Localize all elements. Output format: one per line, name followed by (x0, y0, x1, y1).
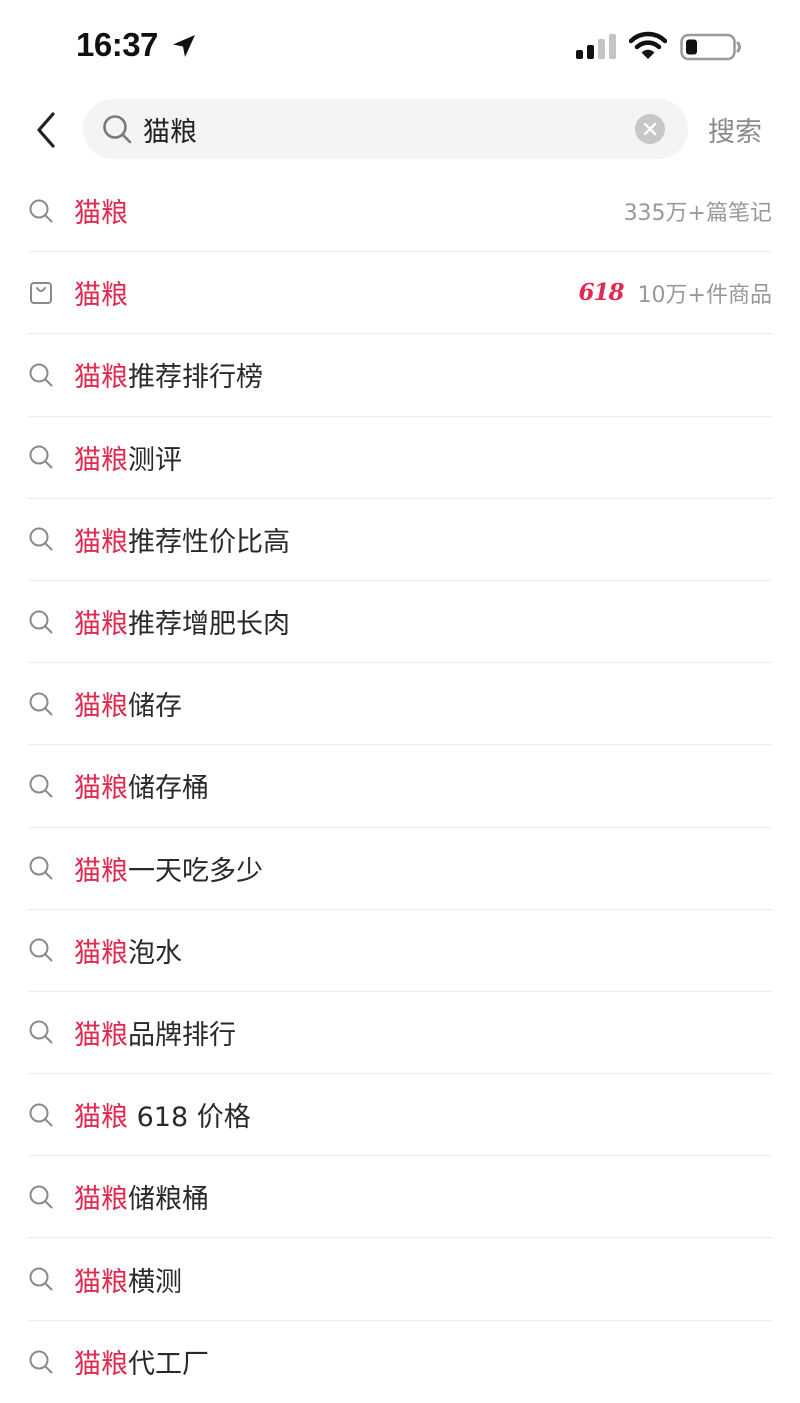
search-icon (28, 444, 54, 470)
search-header: 搜索 (0, 92, 800, 168)
back-button[interactable] (24, 106, 68, 154)
search-icon (28, 198, 54, 224)
suggestion-highlight: 猫粮 (74, 855, 128, 887)
result-count: 335万+篇笔记 (623, 200, 772, 226)
suggestion-highlight: 猫粮 (74, 526, 128, 558)
search-box[interactable] (83, 99, 688, 159)
result-count: 10万+件商品 (637, 282, 772, 308)
search-icon (28, 691, 54, 717)
suggestion-item[interactable]: 猫粮品牌排行 (28, 992, 772, 1075)
search-icon (28, 1349, 54, 1375)
suggestion-text: 猫粮 (74, 273, 128, 312)
search-icon (28, 855, 54, 881)
search-input[interactable] (143, 105, 613, 153)
search-icon (28, 773, 54, 799)
suggestion-text: 猫粮代工厂 (74, 1342, 209, 1381)
suggestion-highlight: 猫粮 (74, 691, 128, 723)
suggestion-highlight: 猫粮 (74, 444, 128, 476)
suggestion-rest: 横测 (128, 1266, 182, 1298)
status-time: 16:37 (76, 26, 158, 63)
suggestion-rest: 测评 (128, 444, 182, 476)
search-icon (28, 609, 54, 635)
suggestion-item[interactable]: 猫粮储存 (28, 663, 772, 746)
suggestion-highlight: 猫粮 (74, 280, 128, 312)
suggestion-item[interactable]: 猫粮 618 价格 (28, 1074, 772, 1157)
suggestion-highlight: 猫粮 (74, 1266, 128, 1298)
search-icon (28, 1266, 54, 1292)
suggestion-meta: 335万+篇笔记 (624, 195, 772, 227)
search-icon (28, 1019, 54, 1045)
suggestion-text: 猫粮储存桶 (74, 766, 209, 805)
suggestion-highlight: 猫粮 (74, 609, 128, 641)
promo-badge: 618 (578, 279, 625, 307)
suggestion-rest: 储粮桶 (128, 1184, 209, 1216)
suggestion-rest: 一天吃多少 (128, 855, 263, 887)
search-icon (28, 937, 54, 963)
suggestion-rest: 推荐排行榜 (128, 362, 263, 394)
suggestion-highlight: 猫粮 (74, 1184, 128, 1216)
suggestion-rest: 推荐性价比高 (128, 526, 290, 558)
suggestion-rest: 泡水 (128, 937, 182, 969)
suggestion-text: 猫粮推荐性价比高 (74, 520, 290, 559)
suggestion-text: 猫粮储粮桶 (74, 1177, 209, 1216)
suggestion-text: 猫粮 618 价格 (74, 1095, 251, 1134)
suggestion-text: 猫粮泡水 (74, 931, 182, 970)
suggestion-item[interactable]: 猫粮 618 10万+件商品 (28, 252, 772, 335)
suggestion-highlight: 猫粮 (74, 362, 128, 394)
suggestion-text: 猫粮一天吃多少 (74, 849, 263, 888)
search-icon (101, 113, 133, 145)
shopping-bag-icon (28, 280, 54, 306)
search-icon (28, 1102, 54, 1128)
suggestion-item[interactable]: 猫粮推荐性价比高 (28, 499, 772, 581)
suggestion-item[interactable]: 猫粮储粮桶 (28, 1156, 772, 1239)
chevron-left-icon (37, 112, 55, 148)
suggestion-item[interactable]: 猫粮推荐增肥长肉 (28, 581, 772, 664)
suggestion-item[interactable]: 猫粮储存桶 (28, 745, 772, 828)
cellular-signal-icon (576, 34, 616, 59)
suggestion-highlight: 猫粮 (74, 937, 128, 969)
suggestion-text: 猫粮品牌排行 (74, 1013, 236, 1052)
suggestion-item[interactable]: 猫粮测评 (28, 417, 772, 499)
status-bar: 16:37 (0, 0, 800, 92)
suggestion-item[interactable]: 猫粮横测 (28, 1238, 772, 1321)
search-button[interactable]: 搜索 (708, 110, 762, 149)
suggestion-text: 猫粮储存 (74, 684, 182, 723)
suggestion-rest: 推荐增肥长肉 (128, 609, 290, 641)
search-icon (28, 526, 54, 552)
close-icon (643, 122, 657, 136)
suggestion-item[interactable]: 猫粮代工厂 (28, 1321, 772, 1403)
suggestion-rest: 储存桶 (128, 773, 209, 805)
suggestion-meta: 618 10万+件商品 (579, 277, 772, 309)
suggestion-text: 猫粮测评 (74, 438, 182, 477)
suggestion-highlight: 猫粮 (74, 773, 128, 805)
suggestion-item[interactable]: 猫粮一天吃多少 (28, 828, 772, 910)
suggestion-rest: 品牌排行 (128, 1019, 236, 1051)
suggestion-rest: 储存 (128, 691, 182, 723)
suggestion-list: 猫粮 335万+篇笔记 猫粮 618 10万+件商品 猫粮推荐排行榜 猫粮测评 猫粮推荐性价比… (28, 170, 772, 1403)
suggestion-text: 猫粮推荐排行榜 (74, 355, 263, 394)
clear-search-button[interactable] (635, 114, 665, 144)
suggestion-text: 猫粮 (74, 191, 128, 230)
suggestion-highlight: 猫粮 (74, 1019, 128, 1051)
suggestion-item[interactable]: 猫粮泡水 (28, 910, 772, 992)
search-icon (28, 362, 54, 388)
suggestion-text: 猫粮横测 (74, 1260, 182, 1299)
suggestion-highlight: 猫粮 (74, 1349, 128, 1381)
suggestion-item[interactable]: 猫粮 335万+篇笔记 (28, 170, 772, 253)
suggestion-highlight: 猫粮 (74, 198, 128, 230)
search-icon (28, 1184, 54, 1210)
suggestion-rest: 代工厂 (128, 1349, 209, 1381)
suggestion-item[interactable]: 猫粮推荐排行榜 (28, 334, 772, 417)
wifi-icon (629, 31, 667, 59)
location-arrow-icon (173, 35, 195, 57)
suggestion-text: 猫粮推荐增肥长肉 (74, 602, 290, 641)
suggestion-highlight: 猫粮 (74, 1102, 128, 1134)
battery-icon (680, 33, 741, 61)
suggestion-rest: 618 价格 (128, 1102, 251, 1134)
